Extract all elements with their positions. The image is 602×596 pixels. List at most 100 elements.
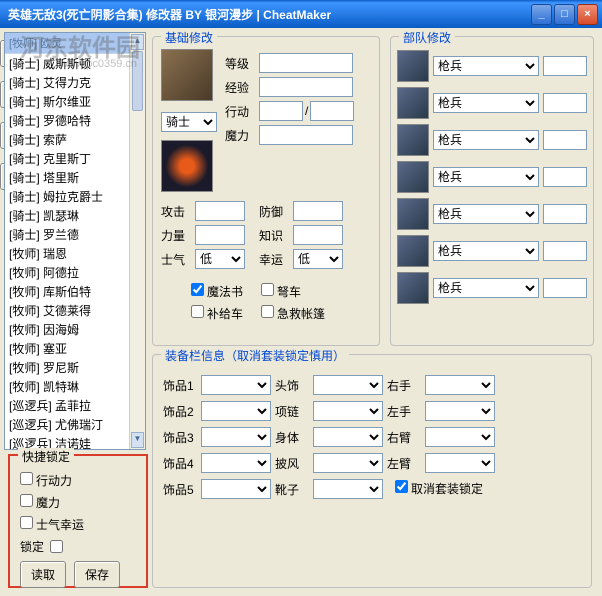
- window-title: 英雄无敌3(死亡阴影合集) 修改器 BY 银河漫步 | CheatMaker: [4, 6, 529, 23]
- acc5-select[interactable]: [201, 479, 271, 499]
- minimize-button[interactable]: _: [531, 4, 552, 25]
- scrollbar[interactable]: ▲ ▼: [129, 33, 145, 449]
- hero-list-item[interactable]: [牧师] 塞亚: [5, 339, 145, 358]
- hero-list-item[interactable]: [骑士] 索萨: [5, 130, 145, 149]
- tent-checkbox[interactable]: 急救帐篷: [261, 305, 325, 323]
- group-troops-label: 部队修改: [399, 29, 455, 46]
- magic-label: 魔力: [225, 127, 259, 144]
- lock-morale-checkbox[interactable]: 士气幸运: [20, 516, 84, 534]
- lock-all-checkbox[interactable]: [50, 540, 63, 553]
- troop-row: 枪兵: [397, 272, 587, 304]
- group-base-stats: 基础修改 骑士 等级 经验 行动/ 魔力 攻击 防御 力量: [152, 36, 380, 346]
- defense-input[interactable]: [293, 201, 343, 221]
- troop-type-select[interactable]: 枪兵: [433, 241, 539, 261]
- hero-list-item[interactable]: [牧师] 阿德拉: [5, 263, 145, 282]
- lock-magic-checkbox[interactable]: 魔力: [20, 494, 60, 512]
- troop-type-select[interactable]: 枪兵: [433, 278, 539, 298]
- hero-list-item[interactable]: [骑士] 姆拉克爵士: [5, 187, 145, 206]
- neck-select[interactable]: [313, 401, 383, 421]
- supply-checkbox[interactable]: 补给车: [191, 305, 243, 323]
- hero-list-item[interactable]: [牧师] 因海姆: [5, 320, 145, 339]
- action-input-2[interactable]: [310, 101, 354, 121]
- acc2-select[interactable]: [201, 401, 271, 421]
- rarm-select[interactable]: [425, 427, 495, 447]
- save-button[interactable]: 保存: [74, 561, 120, 588]
- troop-count-input[interactable]: [543, 56, 587, 76]
- magicbook-checkbox[interactable]: 魔法书: [191, 283, 243, 301]
- troop-count-input[interactable]: [543, 204, 587, 224]
- troop-count-input[interactable]: [543, 93, 587, 113]
- neck-label: 项链: [275, 403, 309, 420]
- rhand-select[interactable]: [425, 375, 495, 395]
- power-input[interactable]: [195, 225, 245, 245]
- hero-list-item[interactable]: [牧师] 罗尼斯: [5, 358, 145, 377]
- close-button[interactable]: ×: [577, 4, 598, 25]
- larm-select[interactable]: [425, 453, 495, 473]
- hero-listbox[interactable]: [牧师] 欧灵 [骑士] 威斯斯顿[骑士] 艾得力克[骑士] 斯尔维亚[骑士] …: [4, 32, 146, 450]
- cape-label: 披风: [275, 455, 309, 472]
- hero-list-item[interactable]: [牧师] 库斯伯特: [5, 282, 145, 301]
- boots-label: 靴子: [275, 481, 309, 498]
- acc3-select[interactable]: [201, 427, 271, 447]
- hero-list-item[interactable]: [骑士] 塔里斯: [5, 168, 145, 187]
- action-input-1[interactable]: [259, 101, 303, 121]
- acc1-select[interactable]: [201, 375, 271, 395]
- knowledge-input[interactable]: [293, 225, 343, 245]
- acc4-select[interactable]: [201, 453, 271, 473]
- boots-select[interactable]: [313, 479, 383, 499]
- troop-row: 枪兵: [397, 161, 587, 193]
- troop-type-select[interactable]: 枪兵: [433, 56, 539, 76]
- head-select[interactable]: [313, 375, 383, 395]
- class-select[interactable]: 骑士: [161, 112, 217, 132]
- troop-type-select[interactable]: 枪兵: [433, 130, 539, 150]
- troop-portrait: [397, 235, 429, 267]
- siege-checkbox[interactable]: 弩车: [261, 283, 301, 301]
- hero-list-item[interactable]: [骑士] 威斯斯顿: [5, 54, 145, 73]
- cancel-set-lock-checkbox[interactable]: 取消套装锁定: [395, 480, 483, 498]
- knowledge-label: 知识: [259, 227, 293, 244]
- hero-list-item[interactable]: [骑士] 罗德哈特: [5, 111, 145, 130]
- body-select[interactable]: [313, 427, 383, 447]
- hero-list-item[interactable]: [骑士] 克里斯丁: [5, 149, 145, 168]
- exp-input[interactable]: [259, 77, 353, 97]
- troop-count-input[interactable]: [543, 167, 587, 187]
- attack-input[interactable]: [195, 201, 245, 221]
- troop-count-input[interactable]: [543, 278, 587, 298]
- luck-label: 幸运: [259, 251, 293, 268]
- cape-select[interactable]: [313, 453, 383, 473]
- hero-list-item[interactable]: [巡逻兵] 孟菲拉: [5, 396, 145, 415]
- level-label: 等级: [225, 55, 259, 72]
- scroll-up-icon[interactable]: ▲: [131, 34, 144, 50]
- maximize-button[interactable]: □: [554, 4, 575, 25]
- read-button[interactable]: 读取: [20, 561, 66, 588]
- troop-type-select[interactable]: 枪兵: [433, 93, 539, 113]
- troop-portrait: [397, 50, 429, 82]
- lock-action-checkbox[interactable]: 行动力: [20, 472, 72, 490]
- troop-type-select[interactable]: 枪兵: [433, 167, 539, 187]
- exp-label: 经验: [225, 79, 259, 96]
- hero-list-header: [牧师] 欧灵: [5, 33, 145, 54]
- level-input[interactable]: [259, 53, 353, 73]
- hero-list-item[interactable]: [骑士] 斯尔维亚: [5, 92, 145, 111]
- magic-input[interactable]: [259, 125, 353, 145]
- scroll-down-icon[interactable]: ▼: [131, 432, 144, 448]
- specialty-portrait: [161, 140, 213, 192]
- group-quick-lock: 快捷锁定 行动力 魔力 士气幸运 锁定 读取 保存: [8, 454, 148, 588]
- hero-list-item[interactable]: [牧师] 艾德莱得: [5, 301, 145, 320]
- hero-list-item[interactable]: [骑士] 艾得力克: [5, 73, 145, 92]
- luck-select[interactable]: 低: [293, 249, 343, 269]
- scroll-thumb[interactable]: [132, 51, 143, 111]
- morale-select[interactable]: 低: [195, 249, 245, 269]
- troop-count-input[interactable]: [543, 130, 587, 150]
- lhand-label: 左手: [387, 403, 421, 420]
- hero-list-item[interactable]: [牧师] 凯特琳: [5, 377, 145, 396]
- hero-list-item[interactable]: [牧师] 瑞恩: [5, 244, 145, 263]
- troop-type-select[interactable]: 枪兵: [433, 204, 539, 224]
- hero-list-item[interactable]: [巡逻兵] 尤佛瑞汀: [5, 415, 145, 434]
- hero-list-item[interactable]: [骑士] 凯瑟琳: [5, 206, 145, 225]
- troop-count-input[interactable]: [543, 241, 587, 261]
- group-lock-label: 快捷锁定: [18, 448, 74, 465]
- head-label: 头饰: [275, 377, 309, 394]
- lhand-select[interactable]: [425, 401, 495, 421]
- hero-list-item[interactable]: [骑士] 罗兰德: [5, 225, 145, 244]
